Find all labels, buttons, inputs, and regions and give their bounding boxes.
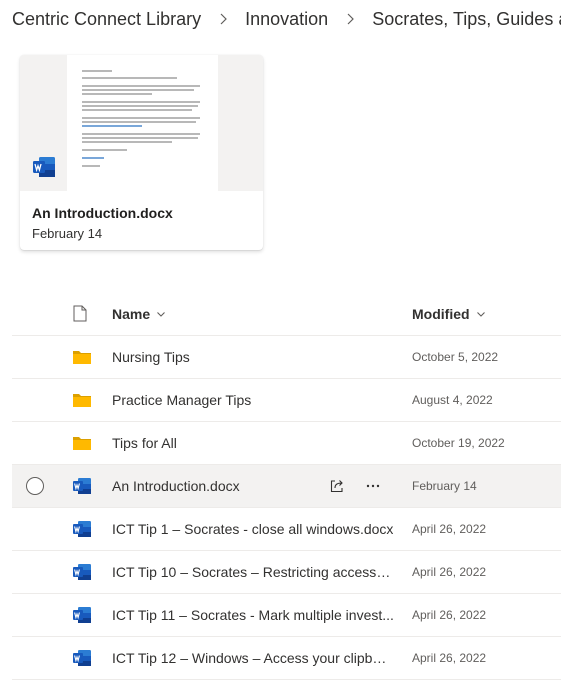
word-icon — [72, 594, 92, 636]
list-item-modified: April 26, 2022 — [412, 651, 487, 665]
list-item[interactable]: An Introduction.docx February 14 — [12, 465, 561, 508]
list-item-name[interactable]: Practice Manager Tips — [112, 379, 394, 421]
list-item-name[interactable]: Tips for All — [112, 422, 394, 464]
word-icon — [72, 637, 92, 679]
list-item[interactable]: Practice Manager Tips August 4, 2022 — [12, 379, 561, 422]
file-list: Name Modified Nursing Tips October 5, 20… — [12, 292, 561, 680]
row-actions — [326, 465, 384, 507]
breadcrumb: Centric Connect Library Innovation Socra… — [12, 8, 561, 32]
folder-icon — [72, 336, 92, 378]
list-item-modified: August 4, 2022 — [412, 393, 493, 407]
list-item-modified: April 26, 2022 — [412, 522, 487, 536]
breadcrumb-item-innovation[interactable]: Innovation — [245, 9, 328, 30]
list-item-modified: April 26, 2022 — [412, 608, 487, 622]
chevron-right-icon — [216, 12, 230, 26]
recent-file-card[interactable]: An Introduction.docx February 14 — [20, 55, 263, 250]
chevron-down-icon — [156, 306, 166, 322]
document-thumbnail — [20, 55, 263, 191]
chevron-down-icon — [476, 306, 486, 322]
list-item[interactable]: Nursing Tips October 5, 2022 — [12, 336, 561, 379]
list-item-name[interactable]: ICT Tip 12 – Windows – Access your clipb… — [112, 637, 394, 679]
list-item-name[interactable]: ICT Tip 1 – Socrates - close all windows… — [112, 508, 394, 550]
file-type-icon[interactable] — [73, 305, 87, 327]
card-file-date: February 14 — [32, 226, 103, 241]
list-header: Name Modified — [12, 292, 561, 336]
word-icon — [72, 508, 92, 550]
word-icon — [32, 156, 56, 178]
word-icon — [72, 465, 92, 507]
list-item-modified: April 26, 2022 — [412, 565, 487, 579]
list-item[interactable]: ICT Tip 1 – Socrates - close all windows… — [12, 508, 561, 551]
column-header-modified[interactable]: Modified — [412, 292, 486, 335]
column-header-name[interactable]: Name — [112, 292, 394, 335]
list-item-name[interactable]: Nursing Tips — [112, 336, 394, 378]
list-item-modified: February 14 — [412, 479, 477, 493]
list-item-name[interactable]: ICT Tip 10 – Socrates – Restricting acce… — [112, 551, 394, 593]
list-item[interactable]: Tips for All October 19, 2022 — [12, 422, 561, 465]
card-file-name[interactable]: An Introduction.docx — [32, 205, 173, 221]
list-item[interactable]: ICT Tip 12 – Windows – Access your clipb… — [12, 637, 561, 680]
document-page-preview — [67, 55, 218, 191]
share-icon[interactable] — [326, 475, 348, 497]
chevron-right-icon — [343, 12, 357, 26]
breadcrumb-item-library[interactable]: Centric Connect Library — [12, 9, 201, 30]
list-item[interactable]: ICT Tip 10 – Socrates – Restricting acce… — [12, 551, 561, 594]
row-select-checkbox[interactable] — [26, 477, 44, 495]
list-item[interactable]: ICT Tip 11 – Socrates - Mark multiple in… — [12, 594, 561, 637]
word-icon — [72, 551, 92, 593]
more-options-icon[interactable] — [362, 475, 384, 497]
folder-icon — [72, 422, 92, 464]
folder-icon — [72, 379, 92, 421]
breadcrumb-item-current: Socrates, Tips, Guides and V — [372, 8, 561, 29]
list-item-modified: October 5, 2022 — [412, 350, 499, 364]
list-item-name[interactable]: ICT Tip 11 – Socrates - Mark multiple in… — [112, 594, 394, 636]
list-item-modified: October 19, 2022 — [412, 436, 505, 450]
